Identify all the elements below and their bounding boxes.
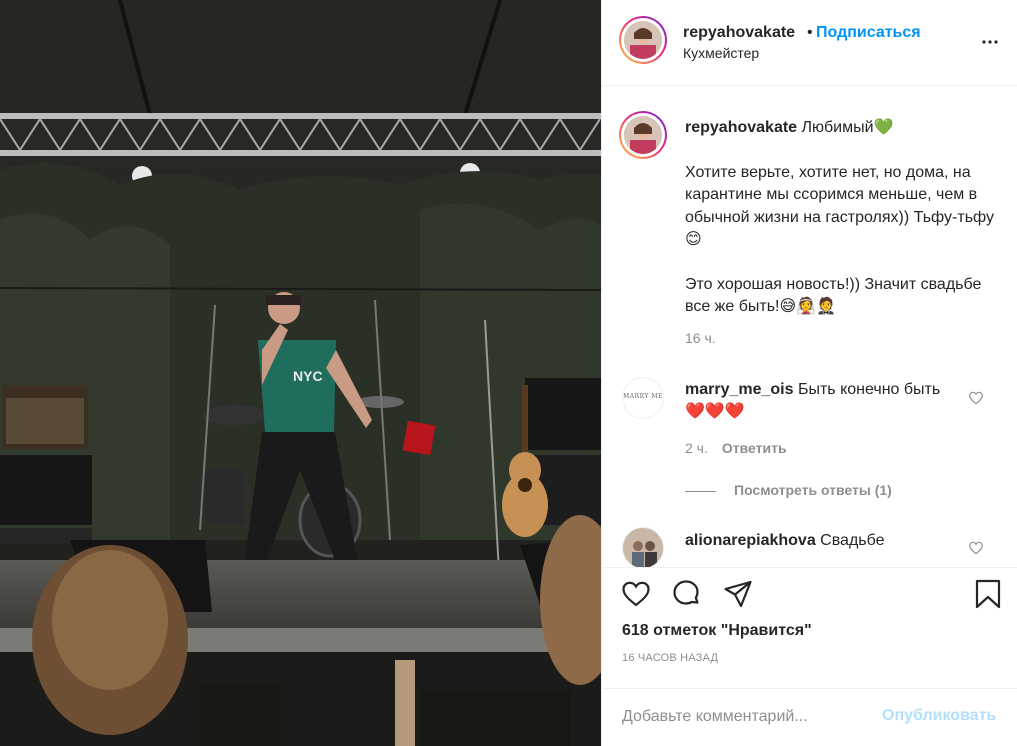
separator-dot: • <box>807 24 813 41</box>
concert-stage-image: NYC <box>0 0 601 746</box>
post-caption: repyahovakate Любимый💚 Хотите верьте, хо… <box>685 117 1005 319</box>
caption-paragraph-2: Это хорошая новость!)) Значит свадьбе вс… <box>685 275 982 316</box>
caption-author-avatar[interactable] <box>619 111 667 159</box>
save-bookmark-icon[interactable] <box>972 578 1004 610</box>
green-heart-emoji: 💚 <box>873 119 894 136</box>
publish-button[interactable]: Опубликовать <box>882 707 996 725</box>
post-side-panel: repyahovakate • Подписаться Кухмейстер r… <box>601 0 1017 746</box>
comment-text: alionarepiakhova Свадьбе <box>685 530 955 552</box>
caption-first-line: Любимый <box>797 119 874 136</box>
add-comment-form: Опубликовать <box>602 688 1017 746</box>
comment-text: marry_me_ois Быть конечно быть❤️❤️❤️ <box>685 379 955 423</box>
likes-count[interactable]: 618 отметок "Нравится" <box>622 622 812 640</box>
comment-bubble-icon[interactable] <box>670 578 702 610</box>
comment-input[interactable] <box>622 705 872 729</box>
comments-section[interactable]: repyahovakate Любимый💚 Хотите верьте, хо… <box>602 87 1017 567</box>
commenter-avatar[interactable]: MARRY ME <box>622 377 664 419</box>
comment-meta: 2 ч. Ответить <box>685 440 787 456</box>
post-time-ago[interactable]: 16 ЧАСОВ НАЗАД <box>622 652 718 664</box>
author-avatar[interactable] <box>619 16 667 64</box>
caption-paragraph-1: Хотите верьте, хотите нет, но дома, на к… <box>685 163 995 249</box>
more-options-icon[interactable] <box>978 30 1002 54</box>
view-replies-label: Посмотреть ответы (1) <box>734 482 892 498</box>
like-comment-heart-icon[interactable] <box>968 390 984 406</box>
marry-me-logo: MARRY ME <box>623 393 663 400</box>
caption-timestamp[interactable]: 16 ч. <box>685 330 716 346</box>
like-comment-heart-icon[interactable] <box>968 540 984 556</box>
post-location[interactable]: Кухмейстер <box>683 45 759 61</box>
like-heart-icon[interactable] <box>620 578 652 610</box>
comment-username[interactable]: marry_me_ois <box>685 381 794 398</box>
post-photo[interactable]: NYC <box>0 0 601 746</box>
share-paper-plane-icon[interactable] <box>722 578 754 610</box>
post-actions: 618 отметок "Нравится" 16 ЧАСОВ НАЗАД <box>602 567 1017 667</box>
author-username[interactable]: repyahovakate <box>683 24 795 42</box>
shirt-text: NYC <box>293 368 323 384</box>
reply-button[interactable]: Ответить <box>722 440 787 456</box>
post-header: repyahovakate • Подписаться Кухмейстер <box>602 0 1017 86</box>
follow-button[interactable]: Подписаться <box>816 24 921 42</box>
caption-username[interactable]: repyahovakate <box>685 119 797 136</box>
replies-divider-line <box>685 490 716 492</box>
comment-body: Свадьбе <box>815 532 885 549</box>
comment-timestamp[interactable]: 2 ч. <box>685 440 708 456</box>
commenter-avatar[interactable] <box>622 527 664 567</box>
comment-username[interactable]: alionarepiakhova <box>685 532 816 549</box>
view-replies-button[interactable]: Посмотреть ответы (1) <box>685 482 892 498</box>
